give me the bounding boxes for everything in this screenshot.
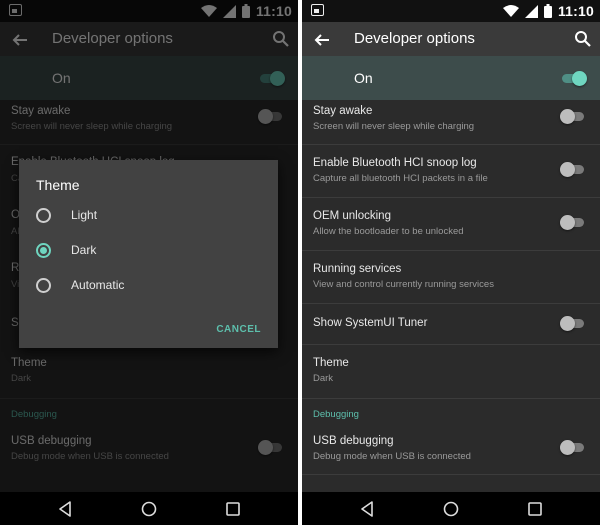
- navigation-bar: [0, 492, 298, 525]
- setting-summary: Capture all bluetooth HCI packets in a f…: [313, 173, 488, 184]
- setting-title: Running services: [313, 263, 402, 275]
- radio-label: Dark: [71, 243, 97, 257]
- theme-option-dark[interactable]: Dark: [19, 236, 278, 266]
- nav-home-icon[interactable]: [442, 500, 460, 518]
- search-icon[interactable]: [574, 30, 592, 48]
- master-switch-row[interactable]: On: [302, 56, 600, 100]
- setting-summary: Debug mode when USB is connected: [313, 451, 471, 462]
- status-bar: 11:10: [302, 0, 600, 22]
- page-title: Developer options: [354, 30, 475, 47]
- image-notification-icon: [311, 4, 324, 16]
- navigation-bar: [302, 492, 600, 525]
- setting-title: USB debugging: [313, 435, 394, 447]
- oem-unlocking-toggle[interactable]: [560, 215, 584, 230]
- bluetooth-hci-toggle[interactable]: [560, 162, 584, 177]
- setting-oem-unlocking[interactable]: OEM unlocking Allow the bootloader to be…: [302, 198, 600, 250]
- theme-dialog: Theme Light Dark Automatic CANCEL: [19, 160, 278, 348]
- battery-icon: [543, 4, 552, 18]
- setting-systemui-tuner[interactable]: Show SystemUI Tuner: [302, 304, 600, 344]
- nav-back-icon[interactable]: [56, 500, 74, 518]
- setting-running-services[interactable]: Running services View and control curren…: [302, 251, 600, 303]
- back-arrow-icon[interactable]: [312, 30, 332, 50]
- radio-label: Automatic: [71, 278, 125, 292]
- setting-usb-debugging[interactable]: USB debugging Debug mode when USB is con…: [302, 428, 600, 472]
- systemui-tuner-toggle[interactable]: [560, 316, 584, 331]
- divider: [302, 398, 600, 399]
- radio-label: Light: [71, 208, 98, 222]
- setting-summary: Dark: [313, 373, 334, 384]
- divider: [302, 474, 600, 475]
- phone-screen-right: 11:10 Developer options On Stay awake Sc…: [302, 0, 600, 525]
- usb-debugging-toggle[interactable]: [560, 440, 584, 455]
- setting-theme[interactable]: Theme Dark: [302, 347, 600, 397]
- status-time: 11:10: [557, 3, 594, 19]
- setting-title: OEM unlocking: [313, 210, 391, 222]
- nav-recents-icon[interactable]: [526, 500, 544, 518]
- setting-title: Stay awake: [313, 105, 373, 117]
- master-toggle[interactable]: [562, 71, 587, 86]
- setting-title: Enable Bluetooth HCI snoop log: [313, 157, 477, 169]
- stay-awake-toggle[interactable]: [560, 109, 584, 124]
- nav-recents-icon[interactable]: [224, 500, 242, 518]
- theme-option-light[interactable]: Light: [19, 201, 278, 231]
- phone-screen-left: 11:10 Developer options On Stay awake Sc…: [0, 0, 298, 525]
- setting-summary: Allow the bootloader to be unlocked: [313, 226, 464, 237]
- wifi-icon: [502, 5, 519, 17]
- nav-back-icon[interactable]: [358, 500, 376, 518]
- setting-bluetooth-hci[interactable]: Enable Bluetooth HCI snoop log Capture a…: [302, 145, 600, 197]
- nav-home-icon[interactable]: [140, 500, 158, 518]
- section-header-debugging: Debugging: [313, 409, 359, 420]
- setting-summary: Screen will never sleep while charging: [313, 121, 475, 132]
- dialog-title: Theme: [36, 177, 80, 193]
- setting-title: Show SystemUI Tuner: [313, 317, 428, 329]
- setting-summary: View and control currently running servi…: [313, 279, 494, 290]
- master-switch-label: On: [354, 70, 373, 86]
- radio-button[interactable]: [36, 278, 51, 293]
- radio-button[interactable]: [36, 208, 51, 223]
- theme-option-automatic[interactable]: Automatic: [19, 271, 278, 301]
- app-bar: Developer options: [302, 22, 600, 56]
- setting-title: Theme: [313, 357, 349, 369]
- setting-stay-awake[interactable]: Stay awake Screen will never sleep while…: [302, 100, 600, 144]
- radio-button-selected[interactable]: [36, 243, 51, 258]
- signal-icon: [524, 4, 538, 18]
- cancel-button[interactable]: CANCEL: [216, 324, 261, 335]
- divider: [302, 344, 600, 345]
